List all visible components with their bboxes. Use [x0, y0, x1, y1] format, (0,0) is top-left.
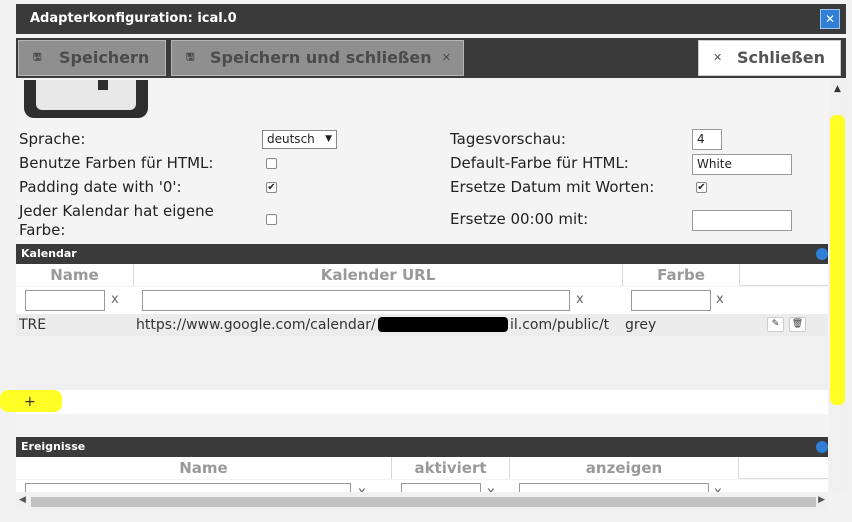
default-color-input[interactable]: White [692, 154, 792, 175]
replace-date-checkbox[interactable]: ✔ [696, 182, 707, 193]
replace-date-label: Ersetze Datum mit Worten: [450, 178, 655, 196]
replace-midnight-label: Ersetze 00:00 mit: [450, 210, 589, 228]
scroll-right-icon[interactable]: ▶ [818, 495, 825, 505]
column-header-display[interactable]: anzeigen [510, 457, 739, 479]
adapter-config-dialog: Adapterkonfiguration: ical.0 ✕ 🖫 Speiche… [0, 0, 852, 522]
adapter-logo [24, 80, 148, 118]
row-color-cell: grey [625, 317, 657, 333]
dialog-toolbar: 🖫 Speichern 🖫 Speichern und schließen ✕ … [16, 38, 846, 78]
clear-enabled-filter[interactable]: x [487, 485, 495, 492]
close-icon[interactable]: ✕ [820, 9, 840, 29]
table-row[interactable]: TRE https://www.google.com/calendar/ il.… [16, 314, 828, 336]
event-name-filter-input[interactable] [25, 483, 351, 492]
horizontal-scrollbar[interactable]: ◀ ▶ [16, 494, 828, 510]
close-button[interactable]: ✕ Schließen [698, 40, 841, 76]
row-name-cell: TRE [19, 317, 47, 333]
use-colors-checkbox[interactable] [266, 158, 277, 169]
save-icon: 🖫 [33, 52, 42, 63]
own-color-label: Jeder Kalendar hat eigene Farbe: [19, 202, 214, 239]
calendar-footer: + [16, 390, 828, 414]
calendar-table-empty-area [16, 336, 828, 390]
preview-input[interactable]: 4 [692, 129, 722, 150]
edit-icon[interactable]: ✎ [767, 317, 784, 332]
padding-date-checkbox[interactable]: ✔ [266, 182, 277, 193]
column-header-color[interactable]: Farbe [623, 264, 740, 286]
clear-event-name-filter[interactable]: x [358, 485, 366, 492]
clear-display-filter[interactable]: x [714, 485, 722, 492]
own-color-checkbox[interactable] [266, 214, 277, 225]
column-header-url[interactable]: Kalender URL [134, 264, 623, 286]
row-url-cell-end: il.com/public/t [510, 317, 610, 333]
column-header-enabled[interactable]: aktiviert [392, 457, 510, 479]
close-button-label: Schließen [737, 48, 825, 67]
preview-label: Tagesvorschau: [450, 130, 566, 148]
display-filter-input[interactable] [519, 483, 709, 492]
name-filter-input[interactable] [25, 290, 105, 311]
default-color-label: Default-Farbe für HTML: [450, 154, 629, 172]
language-select-value: deutsch [267, 132, 315, 146]
close-icon: ✕ [713, 51, 723, 64]
save-and-close-button[interactable]: 🖫 Speichern und schließen ✕ [171, 40, 464, 76]
events-panel-title: Ereignisse [21, 440, 86, 453]
replace-midnight-input[interactable] [692, 210, 792, 231]
column-header-event-name[interactable]: Name [16, 457, 392, 479]
horizontal-scroll-thumb[interactable] [31, 497, 816, 507]
chevron-down-icon: ▼ [325, 134, 332, 144]
trash-icon[interactable]: 🗑 [789, 317, 806, 332]
row-url-cell-start: https://www.google.com/calendar/ [136, 317, 376, 333]
clear-url-filter[interactable]: x [576, 292, 584, 307]
color-filter-input[interactable] [631, 290, 711, 311]
save-and-close-label: Speichern und schließen [210, 48, 432, 67]
scroll-up-icon[interactable]: ▲ [834, 84, 841, 94]
add-row-icon[interactable]: + [24, 394, 36, 410]
enabled-filter-input[interactable] [401, 483, 481, 492]
events-panel-header: Ereignisse [16, 437, 828, 457]
save-button[interactable]: 🖫 Speichern [18, 40, 166, 76]
dialog-title: Adapterkonfiguration: ical.0 [30, 11, 237, 26]
dialog-titlebar: Adapterkonfiguration: ical.0 ✕ [16, 4, 846, 34]
collapse-icon[interactable] [816, 248, 828, 260]
language-select[interactable]: deutsch ▼ [262, 130, 337, 149]
clear-name-filter[interactable]: x [111, 292, 119, 307]
url-filter-input[interactable] [142, 290, 570, 311]
calendar-filter-row: x x x [16, 287, 828, 314]
language-label: Sprache: [19, 130, 86, 148]
padding-date-label: Padding date with '0': [19, 178, 182, 196]
highlight-mark [830, 115, 845, 405]
calendar-panel-header: Kalendar [16, 244, 828, 264]
collapse-icon[interactable] [816, 441, 828, 453]
scroll-left-icon[interactable]: ◀ [19, 495, 26, 505]
calendar-panel-title: Kalendar [21, 247, 77, 260]
events-filter-row: x x x [16, 480, 828, 492]
use-colors-label: Benutze Farben für HTML: [19, 154, 214, 172]
close-icon: ✕ [441, 51, 451, 64]
save-icon: 🖫 [186, 52, 195, 63]
redaction-mark [378, 317, 508, 332]
column-header-name[interactable]: Name [16, 264, 134, 286]
clear-color-filter[interactable]: x [716, 292, 724, 307]
dialog-content: Sprache: deutsch ▼ Benutze Farben für HT… [16, 80, 828, 492]
save-button-label: Speichern [59, 48, 150, 67]
